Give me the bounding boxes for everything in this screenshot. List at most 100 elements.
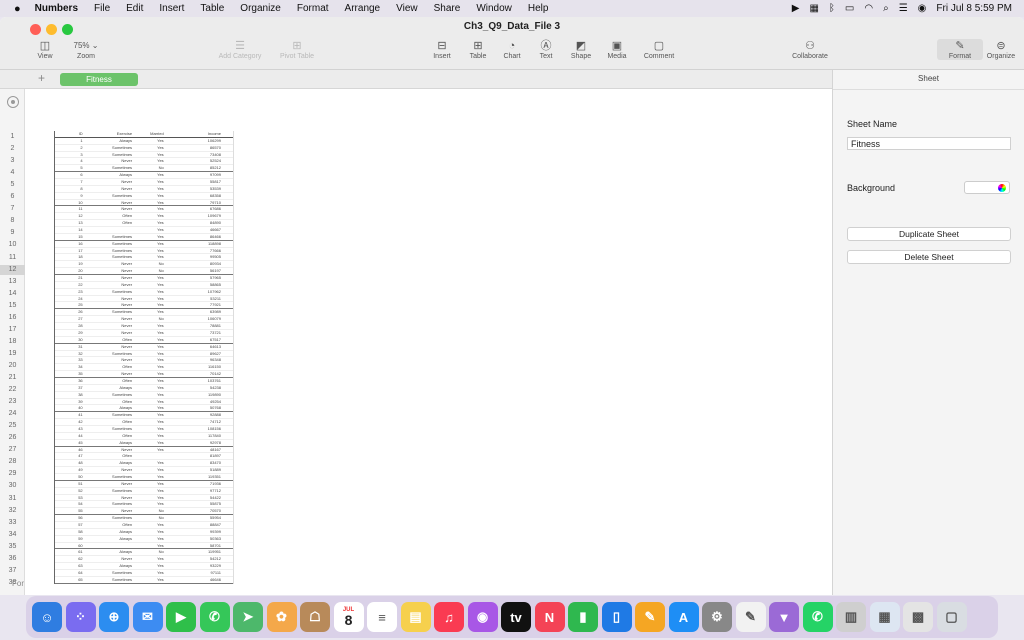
table-cell[interactable]: 55954 [166,515,233,521]
table-cell[interactable]: Never [85,467,134,473]
table-row[interactable]: 59 Always Yes 50363 [55,536,233,543]
table-cell[interactable]: Yes [134,213,166,219]
table-row[interactable]: 51 Never Yes 71936 [55,481,233,488]
menu-arrange[interactable]: Arrange [345,3,381,14]
table-cell[interactable]: 5 [55,165,85,171]
table-cell[interactable]: 8 [55,186,85,192]
table-cell[interactable]: Sometimes [85,392,134,398]
background-color-well[interactable] [964,181,1010,194]
row-header[interactable]: 13 [0,278,25,285]
row-header[interactable]: 16 [0,314,25,321]
table-cell[interactable]: Often [85,453,134,459]
tab-fitness[interactable]: Fitness [60,73,138,86]
dock-safari-icon[interactable]: ⊕ [99,602,129,632]
menu-insert[interactable]: Insert [159,3,184,14]
table-row[interactable]: 39 Often Yes 49254 [55,399,233,406]
table-cell[interactable]: 41 [55,412,85,418]
table-cell[interactable]: Yes [134,481,166,487]
table-cell[interactable]: Yes [134,302,166,308]
table-header-row[interactable]: ID Exercise Married Income [55,131,233,138]
inspector-tab-sheet[interactable]: Sheet [833,70,1024,90]
table-cell[interactable]: 48167 [166,447,233,453]
table-row[interactable]: 26 Sometimes Yes 63989 [55,309,233,317]
dock-preview-icon[interactable]: ▦ [869,602,900,632]
table-cell[interactable]: Yes [134,433,166,439]
table-cell[interactable]: Yes [134,172,166,178]
row-header[interactable]: 17 [0,326,25,333]
menu-format[interactable]: Format [297,3,329,14]
table-cell[interactable]: Never [85,179,134,185]
table-row[interactable]: 6 Always Yes 97099 [55,172,233,180]
table-cell[interactable]: 51889 [166,467,233,473]
table-cell[interactable]: Always [85,536,134,542]
dock-calendar-icon[interactable]: JUL 8 [333,602,364,632]
table-cell[interactable]: 19 [55,261,85,267]
table-cell[interactable]: 39 [55,399,85,405]
table-cell[interactable]: 77666 [166,248,233,254]
table-cell[interactable]: 53 [55,495,85,501]
table-cell[interactable] [85,227,134,233]
table-row[interactable]: 54 Sometimes Yes 55875 [55,501,233,509]
table-cell[interactable]: 107962 [166,289,233,295]
dock-facetime-icon[interactable]: ▶ [166,602,196,632]
dock-news-icon[interactable]: N [534,602,565,632]
table-cell[interactable]: Yes [134,282,166,288]
apple-menu-icon[interactable]: ● [14,3,21,15]
table-cell[interactable]: 119951 [166,549,233,555]
table-cell[interactable]: Yes [134,536,166,542]
table-cell[interactable]: 18 [55,254,85,260]
table-cell[interactable]: Yes [134,220,166,226]
table-cell[interactable]: Yes [134,158,166,164]
table-cell[interactable]: 23 [55,289,85,295]
table-cell[interactable]: 57965 [166,275,233,281]
add-sheet-button[interactable]: + [38,71,45,85]
table-cell[interactable]: Sometimes [85,145,134,151]
view-button[interactable]: ◫ View [22,39,68,60]
table-cell[interactable]: Never [85,282,134,288]
table-cell[interactable]: 29 [55,330,85,336]
table-cell[interactable]: 63989 [166,309,233,315]
row-header[interactable]: 18 [0,338,25,345]
row-header[interactable]: 37 [0,567,25,574]
table-row[interactable]: 13 Often Yes 84890 [55,220,233,228]
table-cell[interactable]: 99399 [166,529,233,535]
table-cell[interactable]: Yes [134,371,166,377]
table-cell[interactable]: 46667 [166,227,233,233]
table-cell[interactable]: 67517 [166,337,233,343]
table-cell[interactable]: 117840 [166,433,233,439]
table-row[interactable]: 3 Sometimes Yes 73408 [55,152,233,159]
table-row[interactable]: 14 Yes 46667 [55,227,233,234]
table-row[interactable]: 19 Never No 80934 [55,261,233,269]
table-cell[interactable]: ID [55,131,85,137]
battery-icon[interactable]: ▭ [845,3,854,14]
table-row[interactable]: 34 Often Yes 116150 [55,364,233,372]
table-cell[interactable]: Yes [134,357,166,363]
table-row[interactable]: 8 Never Yes 53539 [55,186,233,193]
table-cell[interactable]: Often [85,213,134,219]
table-cell[interactable]: 116150 [166,364,233,370]
table-cell[interactable]: Sometimes [85,289,134,295]
table-row[interactable]: 56 Sometimes No 55954 [55,515,233,522]
table-cell[interactable]: 89627 [166,351,233,357]
row-header[interactable]: 31 [0,495,25,502]
table-row[interactable]: 9 Sometimes Yes 68358 [55,193,233,200]
table-cell[interactable]: Yes [134,200,166,206]
table-cell[interactable]: 78881 [166,323,233,329]
table-cell[interactable]: 50363 [166,536,233,542]
table-cell[interactable]: Yes [134,206,166,212]
table-cell[interactable]: 99505 [166,254,233,260]
table-row[interactable]: 29 Never Yes 73721 [55,330,233,337]
table-cell[interactable]: 63 [55,563,85,569]
table-cell[interactable]: 67686 [166,206,233,212]
table-cell[interactable]: 70570 [166,508,233,514]
table-cell[interactable]: Never [85,186,134,192]
table-cell[interactable]: No [134,549,166,555]
table-row[interactable]: 27 Never No 106079 [55,316,233,324]
table-cell[interactable]: 96348 [166,357,233,363]
table-cell[interactable]: Yes [134,145,166,151]
table-cell[interactable]: 70142 [166,371,233,377]
table-cell[interactable]: 35 [55,371,85,377]
table-row[interactable]: 32 Sometimes Yes 89627 [55,351,233,358]
table-cell[interactable]: 73408 [166,152,233,158]
table-row[interactable]: 18 Sometimes Yes 99505 [55,254,233,262]
